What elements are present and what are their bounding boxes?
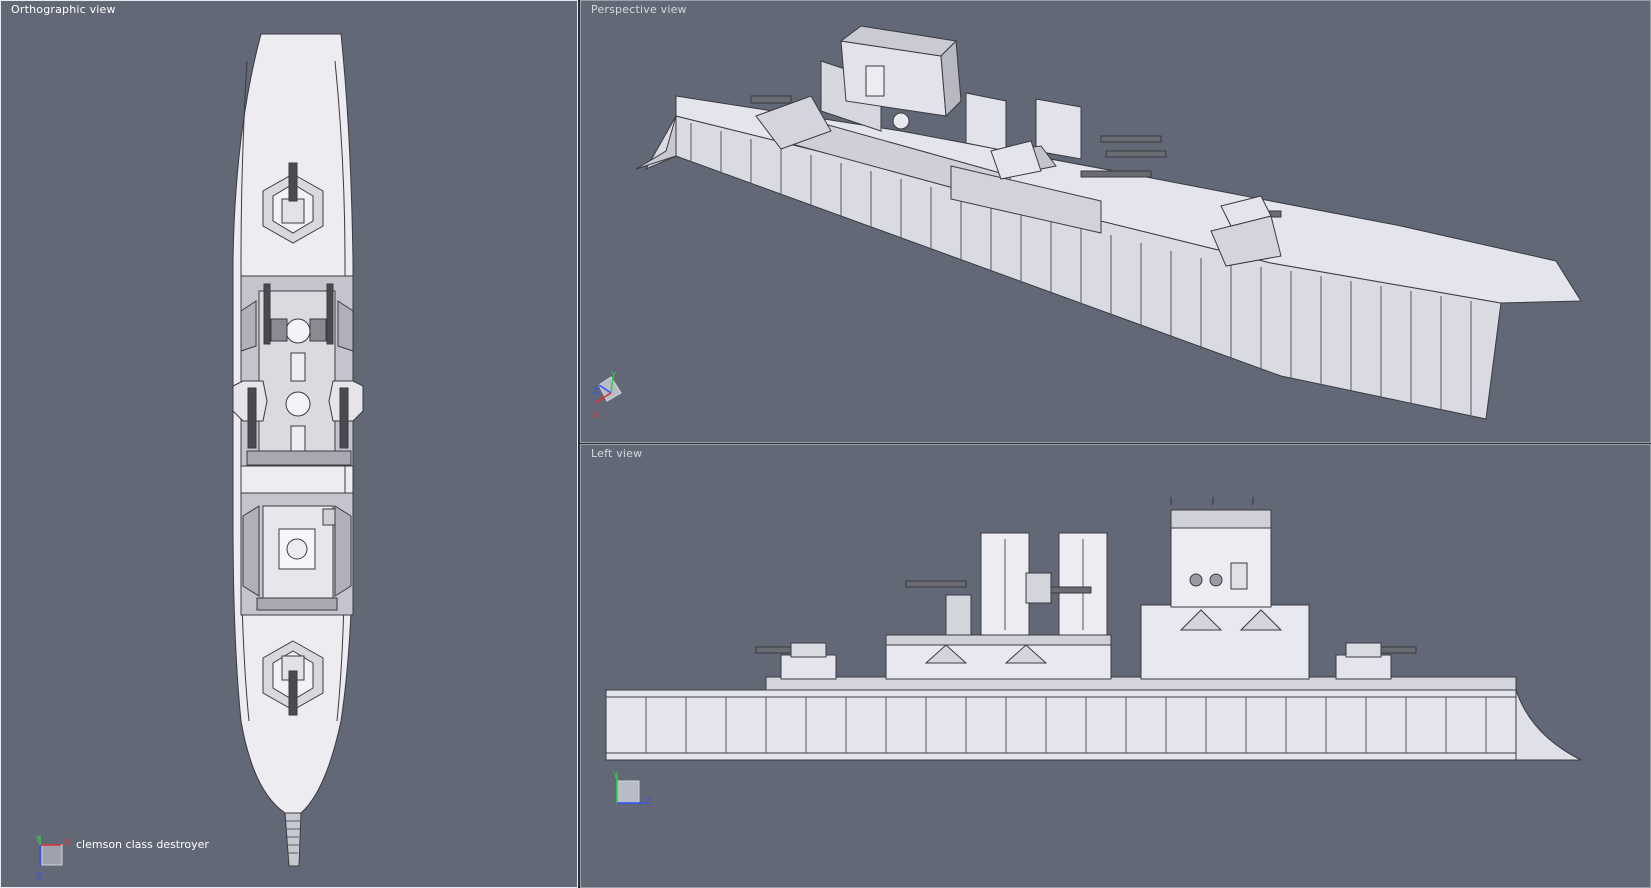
axis-z-label-ortho: Z [36, 872, 43, 882]
axis-z-label-persp: Z [593, 387, 600, 397]
perspective-viewport[interactable]: Perspective view Y Z X [580, 0, 1651, 443]
axis-y-label-persp: Y [611, 371, 617, 381]
axis-z-label-left: Z [645, 797, 652, 807]
ship-top-view[interactable] [1, 1, 578, 888]
axis-x-label-persp: X [593, 411, 600, 421]
ship-side-view[interactable] [581, 445, 1651, 888]
ship-perspective-view[interactable] [581, 1, 1651, 443]
orthographic-viewport[interactable]: Orthographic view Y X Z clemson class de… [0, 0, 578, 888]
axis-x-label-ortho: X [64, 838, 71, 848]
axis-y-label-left: Y [613, 771, 619, 781]
object-name-label: clemson class destroyer [76, 838, 209, 851]
left-viewport[interactable]: Left view Y Z [580, 444, 1651, 888]
axis-y-label-ortho: Y [35, 835, 41, 845]
